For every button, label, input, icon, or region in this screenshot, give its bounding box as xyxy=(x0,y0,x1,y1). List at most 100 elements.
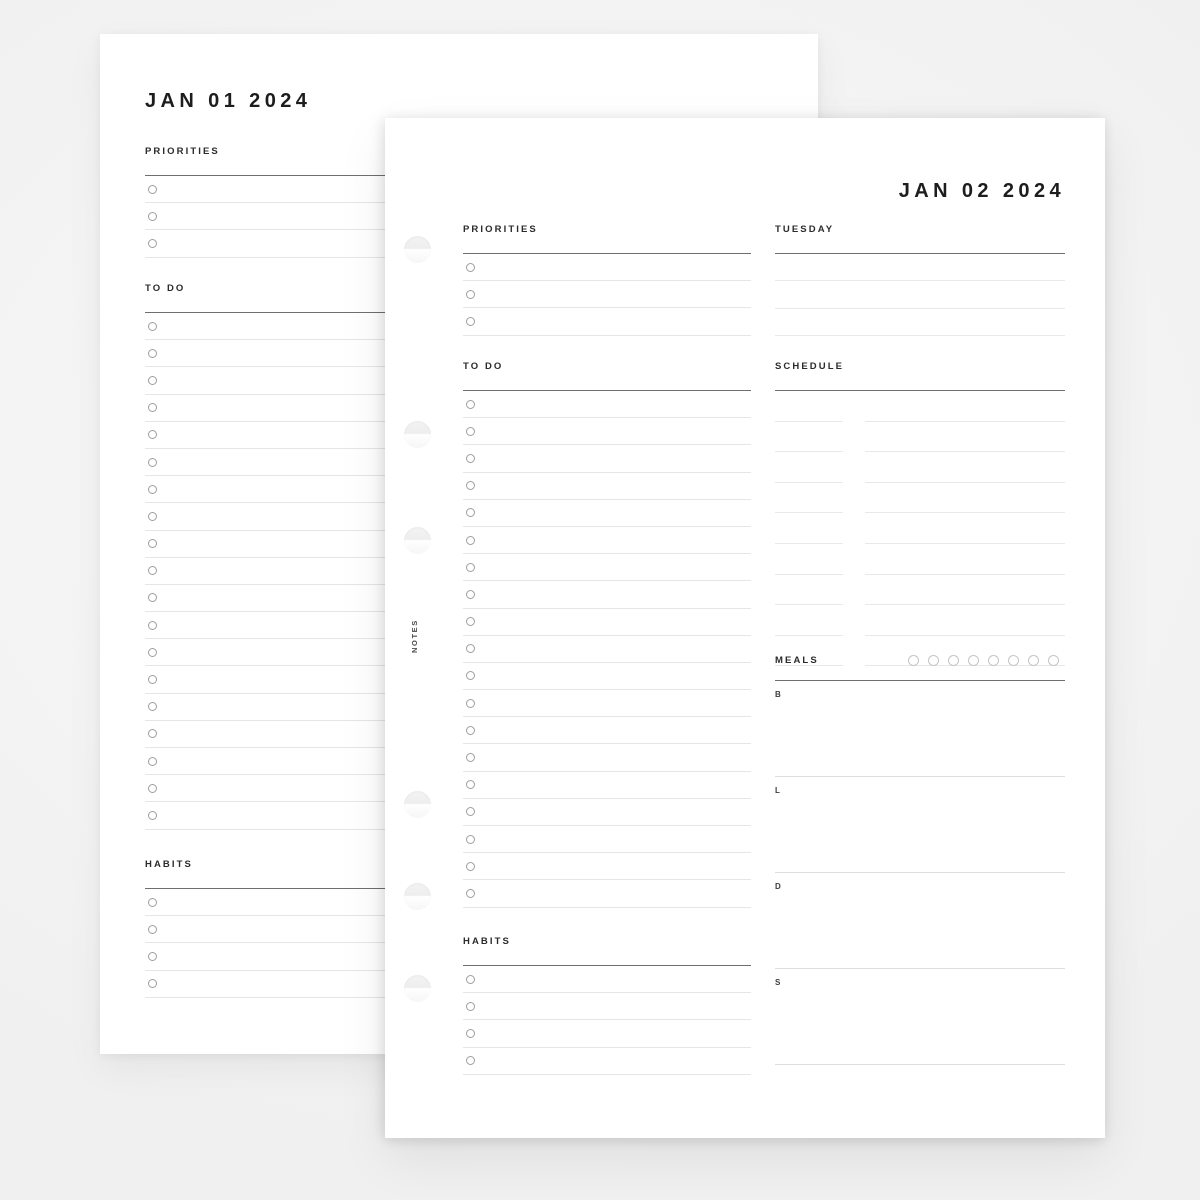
list-item[interactable] xyxy=(463,1020,751,1048)
list-item[interactable] xyxy=(463,744,751,772)
checkbox-circle-icon[interactable] xyxy=(466,562,475,572)
checkbox-circle-icon[interactable] xyxy=(148,238,157,248)
schedule-time-field[interactable] xyxy=(775,605,843,636)
meal-tracker-circle-icon[interactable] xyxy=(908,655,919,666)
list-item[interactable] xyxy=(463,554,751,582)
checkbox-circle-icon[interactable] xyxy=(466,861,475,871)
list-item[interactable] xyxy=(463,690,751,718)
checkbox-circle-icon[interactable] xyxy=(148,951,157,961)
list-item[interactable] xyxy=(463,1048,751,1075)
checkbox-circle-icon[interactable] xyxy=(148,511,157,521)
list-item[interactable] xyxy=(463,853,751,881)
checkbox-circle-icon[interactable] xyxy=(466,535,475,545)
checkbox-circle-icon[interactable] xyxy=(466,508,475,518)
meal-block[interactable]: L xyxy=(775,777,1065,873)
checkbox-circle-icon[interactable] xyxy=(466,262,475,272)
list-item[interactable] xyxy=(463,826,751,854)
checkbox-circle-icon[interactable] xyxy=(466,453,475,463)
checkbox-circle-icon[interactable] xyxy=(466,1028,475,1038)
checkbox-circle-icon[interactable] xyxy=(466,589,475,599)
list-item[interactable] xyxy=(463,880,751,908)
schedule-time-field[interactable] xyxy=(775,575,843,606)
checkbox-circle-icon[interactable] xyxy=(466,316,475,326)
checkbox-circle-icon[interactable] xyxy=(148,647,157,657)
schedule-time-field[interactable] xyxy=(775,452,843,483)
schedule-time-field[interactable] xyxy=(775,391,843,422)
meal-tracker-circle-icon[interactable] xyxy=(1028,655,1039,666)
checkbox-circle-icon[interactable] xyxy=(148,484,157,494)
schedule-time-field[interactable] xyxy=(775,422,843,453)
checkbox-circle-icon[interactable] xyxy=(148,430,157,440)
schedule-row[interactable] xyxy=(775,422,1065,453)
checkbox-circle-icon[interactable] xyxy=(148,457,157,467)
list-item[interactable] xyxy=(463,473,751,500)
checkbox-circle-icon[interactable] xyxy=(148,897,157,907)
meal-tracker-circle-icon[interactable] xyxy=(988,655,999,666)
meal-block[interactable]: D xyxy=(775,873,1065,969)
schedule-time-field[interactable] xyxy=(775,544,843,575)
list-item[interactable] xyxy=(463,527,751,555)
list-item[interactable] xyxy=(463,993,751,1021)
schedule-event-field[interactable] xyxy=(865,483,1065,514)
list-item[interactable] xyxy=(463,418,751,446)
meal-block[interactable]: S xyxy=(775,969,1065,1065)
schedule-row[interactable] xyxy=(775,605,1065,636)
checkbox-circle-icon[interactable] xyxy=(466,617,475,627)
checkbox-circle-icon[interactable] xyxy=(466,753,475,763)
list-item[interactable] xyxy=(463,966,751,994)
checkbox-circle-icon[interactable] xyxy=(148,593,157,603)
meal-tracker-circle-icon[interactable] xyxy=(1008,655,1019,666)
checkbox-circle-icon[interactable] xyxy=(148,184,157,194)
schedule-row[interactable] xyxy=(775,575,1065,606)
checkbox-circle-icon[interactable] xyxy=(466,399,475,409)
list-item[interactable] xyxy=(463,636,751,663)
schedule-event-field[interactable] xyxy=(865,575,1065,606)
writing-line[interactable] xyxy=(775,254,1065,282)
checkbox-circle-icon[interactable] xyxy=(466,671,475,681)
checkbox-circle-icon[interactable] xyxy=(466,289,475,299)
list-item[interactable] xyxy=(463,254,751,282)
list-item[interactable] xyxy=(463,391,751,419)
schedule-time-field[interactable] xyxy=(775,513,843,544)
schedule-row[interactable] xyxy=(775,483,1065,514)
checkbox-circle-icon[interactable] xyxy=(466,426,475,436)
checkbox-circle-icon[interactable] xyxy=(466,834,475,844)
checkbox-circle-icon[interactable] xyxy=(466,481,475,491)
schedule-row[interactable] xyxy=(775,544,1065,575)
checkbox-circle-icon[interactable] xyxy=(466,725,475,735)
list-item[interactable] xyxy=(463,281,751,309)
list-item[interactable] xyxy=(463,445,751,473)
meal-tracker-circle-icon[interactable] xyxy=(948,655,959,666)
schedule-row[interactable] xyxy=(775,452,1065,483)
writing-line[interactable] xyxy=(775,309,1065,337)
checkbox-circle-icon[interactable] xyxy=(148,620,157,630)
schedule-event-field[interactable] xyxy=(865,513,1065,544)
schedule-event-field[interactable] xyxy=(865,422,1065,453)
checkbox-circle-icon[interactable] xyxy=(148,675,157,685)
checkbox-circle-icon[interactable] xyxy=(148,539,157,549)
checkbox-circle-icon[interactable] xyxy=(466,974,475,984)
schedule-time-field[interactable] xyxy=(775,483,843,514)
checkbox-circle-icon[interactable] xyxy=(148,403,157,413)
meal-tracker-circle-icon[interactable] xyxy=(1048,655,1059,666)
list-item[interactable] xyxy=(463,772,751,799)
checkbox-circle-icon[interactable] xyxy=(148,702,157,712)
checkbox-circle-icon[interactable] xyxy=(466,807,475,817)
list-item[interactable] xyxy=(463,500,751,527)
list-item[interactable] xyxy=(463,799,751,826)
checkbox-circle-icon[interactable] xyxy=(466,698,475,708)
checkbox-circle-icon[interactable] xyxy=(148,783,157,793)
list-item[interactable] xyxy=(463,663,751,691)
checkbox-circle-icon[interactable] xyxy=(148,729,157,739)
schedule-event-field[interactable] xyxy=(865,452,1065,483)
checkbox-circle-icon[interactable] xyxy=(148,348,157,358)
checkbox-circle-icon[interactable] xyxy=(148,756,157,766)
checkbox-circle-icon[interactable] xyxy=(148,566,157,576)
schedule-event-field[interactable] xyxy=(865,391,1065,422)
checkbox-circle-icon[interactable] xyxy=(148,924,157,934)
meal-tracker-circle-icon[interactable] xyxy=(928,655,939,666)
meal-block[interactable]: B xyxy=(775,681,1065,777)
schedule-event-field[interactable] xyxy=(865,605,1065,636)
checkbox-circle-icon[interactable] xyxy=(466,1001,475,1011)
meal-tracker-circle-icon[interactable] xyxy=(968,655,979,666)
